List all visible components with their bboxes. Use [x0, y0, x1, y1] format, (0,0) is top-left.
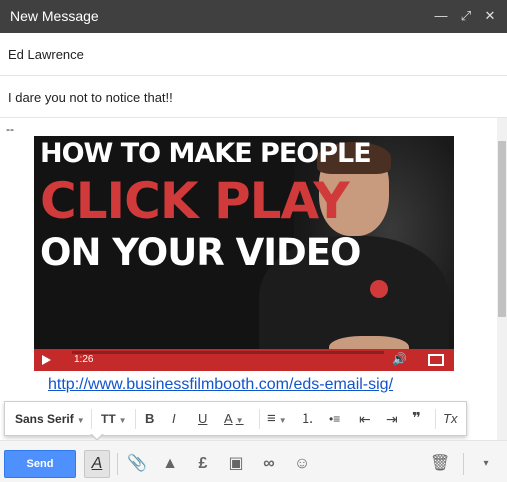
chevron-down-icon: ▼ — [235, 416, 244, 425]
send-button[interactable]: Send — [4, 450, 76, 478]
bar-divider — [117, 453, 118, 475]
underline-icon[interactable]: U — [198, 410, 207, 428]
video-controls: 1:26 🔊 — [34, 349, 454, 371]
video-headline-2: CLICK PLAY — [40, 172, 350, 230]
quote-icon[interactable]: ❞ — [412, 410, 421, 428]
drive-icon[interactable]: ▲ — [160, 454, 180, 474]
indent-less-icon[interactable]: ⇤ — [359, 410, 371, 428]
insert-link-icon[interactable]: ∞ — [259, 454, 279, 474]
video-headline-1: HOW TO MAKE PEOPLE — [40, 138, 372, 169]
font-family-label: Sans Serif — [15, 412, 74, 426]
formatting-toolbar: Sans Serif ▼ TT ▼ B I U A ▼ ≡ ▼ ⒈ •≡ ⇤ ⇥ ❞ T… — [4, 401, 467, 436]
bold-icon[interactable]: B — [145, 410, 154, 428]
toolbar-divider — [259, 409, 260, 429]
toolbar-divider — [435, 409, 436, 429]
send-money-icon[interactable]: £ — [193, 454, 213, 474]
toolbar-divider — [135, 409, 136, 429]
font-size-icon[interactable]: TT ▼ — [101, 410, 127, 428]
shirt-logo-icon — [370, 280, 388, 298]
bar-divider — [463, 453, 464, 475]
signature-link[interactable]: http://www.businessfilmbooth.com/eds-ema… — [48, 376, 393, 394]
to-recipient[interactable]: Ed Lawrence — [8, 47, 84, 62]
chevron-down-icon: ▼ — [76, 416, 85, 425]
video-duration: 1:26 — [74, 354, 94, 365]
trash-icon[interactable]: 🗑 — [430, 454, 450, 474]
chevron-down-icon: ▼ — [118, 416, 127, 425]
signature-separator: -- — [6, 122, 14, 136]
video-headline-3: ON YOUR VIDEO — [40, 231, 361, 274]
align-glyph: ≡ — [267, 410, 276, 427]
bulleted-list-icon[interactable]: •≡ — [329, 410, 340, 428]
window-title: New Message — [10, 8, 99, 24]
body-scrollbar-thumb[interactable] — [498, 141, 506, 317]
toolbar-pointer-inner — [91, 433, 103, 439]
chevron-down-icon: ▼ — [278, 416, 287, 425]
attach-icon[interactable]: 📎 — [127, 454, 147, 474]
font-family-select[interactable]: Sans Serif ▼ — [15, 410, 85, 428]
numbered-list-icon[interactable]: ⒈ — [301, 410, 314, 428]
to-field[interactable]: Ed Lawrence — [0, 33, 507, 76]
fullscreen-icon[interactable] — [428, 354, 444, 366]
subject-field[interactable]: I dare you not to notice that!! — [0, 76, 507, 118]
expand-icon[interactable]: ⤢ — [458, 8, 474, 24]
align-icon[interactable]: ≡ ▼ — [267, 410, 287, 428]
minimize-icon[interactable]: — — [433, 8, 449, 24]
insert-photo-icon[interactable]: ▣ — [226, 454, 246, 474]
text-color-glyph: A — [224, 411, 233, 426]
compose-titlebar[interactable]: New Message — ⤢ ✕ — [0, 0, 507, 33]
remove-formatting-icon[interactable]: Tx — [443, 410, 457, 428]
text-color-icon[interactable]: A ▼ — [224, 410, 244, 428]
toolbar-divider — [91, 409, 92, 429]
video-thumbnail[interactable]: HOW TO MAKE PEOPLE CLICK PLAY ON YOUR VI… — [34, 136, 454, 371]
indent-more-icon[interactable]: ⇥ — [386, 410, 398, 428]
play-icon[interactable] — [42, 355, 51, 365]
formatting-options-button[interactable]: A — [84, 450, 110, 478]
close-icon[interactable]: ✕ — [482, 8, 498, 24]
video-progress-track[interactable] — [72, 351, 384, 354]
italic-icon[interactable]: I — [172, 410, 176, 428]
volume-icon[interactable]: 🔊 — [392, 352, 407, 366]
font-size-glyph: TT — [101, 412, 116, 426]
emoji-icon[interactable]: ☺ — [292, 454, 312, 474]
subject-input[interactable]: I dare you not to notice that!! — [8, 90, 173, 105]
more-options-icon[interactable]: ▾ — [476, 454, 496, 474]
compose-bottom-bar: Send A 📎 ▲ £ ▣ ∞ ☺ 🗑 ▾ — [0, 440, 507, 482]
